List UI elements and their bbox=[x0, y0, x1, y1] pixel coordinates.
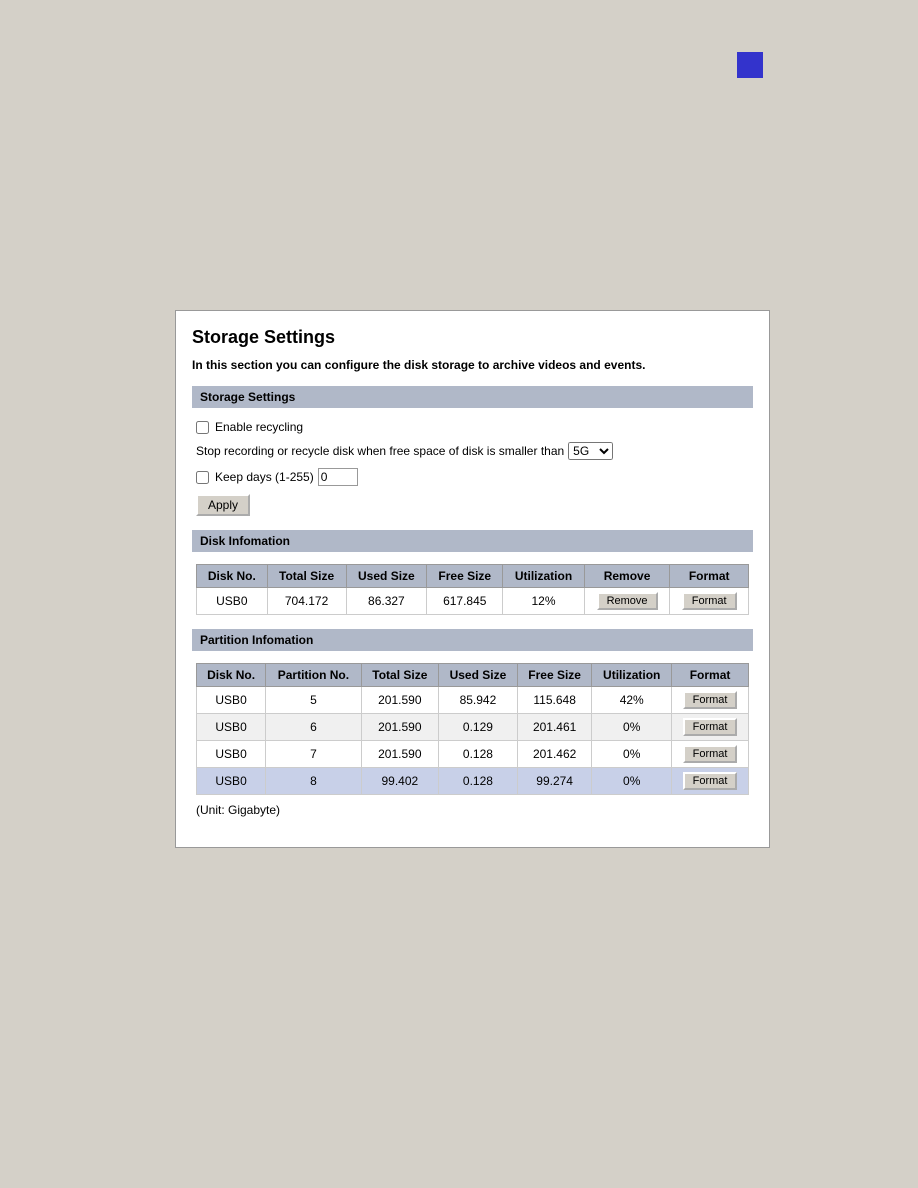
keep-days-checkbox[interactable] bbox=[196, 471, 209, 484]
format-button[interactable]: Format bbox=[683, 745, 738, 763]
part-col-totalsize: Total Size bbox=[361, 664, 438, 687]
disk-row-diskno: USB0 bbox=[197, 588, 268, 615]
partition-information-header: Partition Infomation bbox=[192, 629, 753, 651]
part-col-format: Format bbox=[672, 664, 749, 687]
part-row-totalsize: 99.402 bbox=[361, 768, 438, 795]
disk-col-format: Format bbox=[670, 565, 749, 588]
format-button[interactable]: Format bbox=[683, 718, 738, 736]
part-row-totalsize: 201.590 bbox=[361, 714, 438, 741]
part-col-utilization: Utilization bbox=[592, 664, 672, 687]
part-row-partno: 6 bbox=[266, 714, 362, 741]
enable-recycling-checkbox[interactable] bbox=[196, 421, 209, 434]
part-row-diskno: USB0 bbox=[197, 768, 266, 795]
storage-settings-panel: Storage Settings In this section you can… bbox=[175, 310, 770, 848]
part-row-freesize: 201.461 bbox=[517, 714, 591, 741]
enable-recycling-row: Enable recycling bbox=[196, 420, 749, 434]
disk-information-header: Disk Infomation bbox=[192, 530, 753, 552]
part-row-freesize: 115.648 bbox=[517, 687, 591, 714]
partition-table-row: USB0 7 201.590 0.128 201.462 0% Format bbox=[197, 741, 749, 768]
storage-settings-header: Storage Settings bbox=[192, 386, 753, 408]
partition-table-header-row: Disk No. Partition No. Total Size Used S… bbox=[197, 664, 749, 687]
page-description: In this section you can configure the di… bbox=[192, 358, 753, 372]
part-row-totalsize: 201.590 bbox=[361, 741, 438, 768]
part-col-freesize: Free Size bbox=[517, 664, 591, 687]
disk-row-format: Format bbox=[670, 588, 749, 615]
part-row-freesize: 99.274 bbox=[517, 768, 591, 795]
disk-table-header-row: Disk No. Total Size Used Size Free Size … bbox=[197, 565, 749, 588]
disk-row-utilization: 12% bbox=[503, 588, 584, 615]
keep-days-label: Keep days (1-255) bbox=[215, 470, 314, 484]
partition-information-table: Disk No. Partition No. Total Size Used S… bbox=[196, 663, 749, 795]
apply-button[interactable]: Apply bbox=[196, 494, 250, 516]
unit-note: (Unit: Gigabyte) bbox=[196, 803, 749, 817]
disk-information-table: Disk No. Total Size Used Size Free Size … bbox=[196, 564, 749, 615]
part-row-totalsize: 201.590 bbox=[361, 687, 438, 714]
recycle-text: Stop recording or recycle disk when free… bbox=[196, 444, 564, 458]
partition-information-table-wrapper: Disk No. Partition No. Total Size Used S… bbox=[192, 663, 753, 817]
part-row-usedsize: 0.128 bbox=[438, 741, 517, 768]
part-row-format: Format bbox=[672, 714, 749, 741]
part-row-format: Format bbox=[672, 768, 749, 795]
part-col-usedsize: Used Size bbox=[438, 664, 517, 687]
part-row-diskno: USB0 bbox=[197, 741, 266, 768]
part-row-partno: 7 bbox=[266, 741, 362, 768]
disk-col-totalsize: Total Size bbox=[267, 565, 346, 588]
part-row-diskno: USB0 bbox=[197, 687, 266, 714]
part-row-utilization: 0% bbox=[592, 768, 672, 795]
format-button[interactable]: Format bbox=[683, 772, 738, 790]
part-row-utilization: 0% bbox=[592, 741, 672, 768]
keep-days-row: Keep days (1-255) bbox=[196, 468, 749, 486]
disk-row-remove: Remove bbox=[584, 588, 670, 615]
part-row-usedsize: 0.128 bbox=[438, 768, 517, 795]
partition-table-row: USB0 5 201.590 85.942 115.648 42% Format bbox=[197, 687, 749, 714]
storage-settings-area: Enable recycling Stop recording or recyc… bbox=[192, 420, 753, 516]
disk-row-usedsize: 86.327 bbox=[346, 588, 427, 615]
part-row-partno: 8 bbox=[266, 768, 362, 795]
part-row-partno: 5 bbox=[266, 687, 362, 714]
remove-button[interactable]: Remove bbox=[597, 592, 658, 610]
disk-col-freesize: Free Size bbox=[427, 565, 503, 588]
partition-table-row: USB0 8 99.402 0.128 99.274 0% Format bbox=[197, 768, 749, 795]
partition-table-row: USB0 6 201.590 0.129 201.461 0% Format bbox=[197, 714, 749, 741]
part-col-diskno: Disk No. bbox=[197, 664, 266, 687]
keep-days-input[interactable] bbox=[318, 468, 358, 486]
disk-col-utilization: Utilization bbox=[503, 565, 584, 588]
recycle-size-select[interactable]: 1G 2G 3G 5G 10G bbox=[568, 442, 613, 460]
format-button[interactable]: Format bbox=[682, 592, 737, 610]
part-row-utilization: 42% bbox=[592, 687, 672, 714]
page-title: Storage Settings bbox=[192, 327, 753, 348]
part-row-usedsize: 0.129 bbox=[438, 714, 517, 741]
disk-col-remove: Remove bbox=[584, 565, 670, 588]
disk-col-diskno: Disk No. bbox=[197, 565, 268, 588]
part-row-usedsize: 85.942 bbox=[438, 687, 517, 714]
part-row-freesize: 201.462 bbox=[517, 741, 591, 768]
enable-recycling-label: Enable recycling bbox=[215, 420, 303, 434]
part-col-partno: Partition No. bbox=[266, 664, 362, 687]
format-button[interactable]: Format bbox=[683, 691, 738, 709]
disk-col-usedsize: Used Size bbox=[346, 565, 427, 588]
disk-row-totalsize: 704.172 bbox=[267, 588, 346, 615]
recycle-threshold-row: Stop recording or recycle disk when free… bbox=[196, 442, 749, 460]
disk-table-row: USB0 704.172 86.327 617.845 12% Remove F… bbox=[197, 588, 749, 615]
blue-square-indicator bbox=[737, 52, 763, 78]
disk-information-table-wrapper: Disk No. Total Size Used Size Free Size … bbox=[192, 564, 753, 615]
part-row-utilization: 0% bbox=[592, 714, 672, 741]
part-row-diskno: USB0 bbox=[197, 714, 266, 741]
part-row-format: Format bbox=[672, 741, 749, 768]
disk-row-freesize: 617.845 bbox=[427, 588, 503, 615]
part-row-format: Format bbox=[672, 687, 749, 714]
